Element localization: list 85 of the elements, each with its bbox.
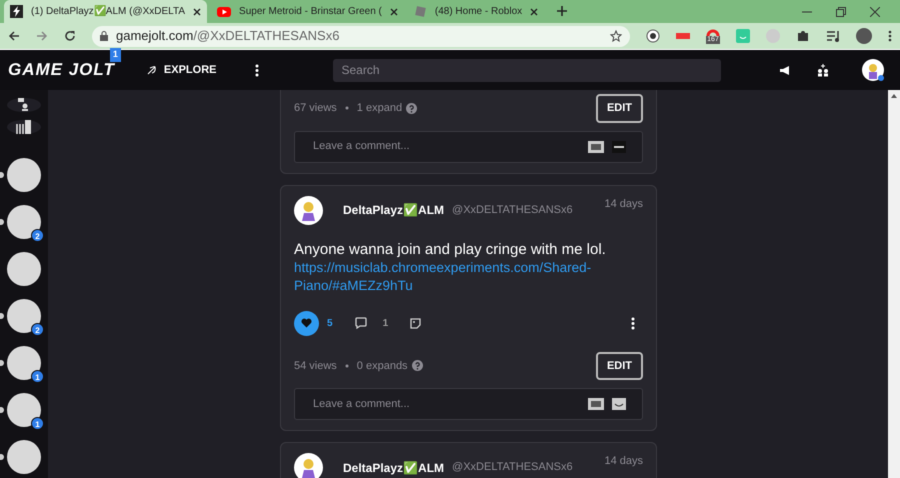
bullet-icon [344, 364, 349, 368]
sticker-icon[interactable] [612, 398, 626, 410]
help-icon[interactable] [412, 360, 423, 372]
keyboard-icon[interactable] [612, 140, 626, 152]
comment-box[interactable]: Leave a comment... [294, 388, 643, 420]
restore-icon[interactable] [836, 6, 846, 16]
site-logo[interactable]: GAME JOLT [8, 60, 115, 79]
sticker-icon[interactable] [410, 318, 422, 328]
comment-field[interactable]: Leave a comment... [311, 394, 580, 414]
close-icon[interactable] [530, 8, 538, 16]
explore-link[interactable]: EXPLORE [146, 62, 216, 78]
avatar-icon[interactable] [856, 28, 872, 44]
library-button[interactable] [7, 120, 41, 134]
count-badge: 1 [31, 370, 44, 383]
comment-icon[interactable] [354, 317, 367, 329]
search-field[interactable]: Search [332, 58, 720, 82]
count-badge: 1 [31, 417, 44, 430]
gif-icon[interactable] [588, 140, 604, 152]
more-icon[interactable] [254, 64, 258, 76]
edit-button[interactable]: EDIT [596, 94, 643, 122]
more-icon[interactable] [888, 30, 892, 42]
expand-count: 1 expand [356, 101, 402, 116]
author-name[interactable]: DeltaPlayz✅ALM [343, 201, 444, 219]
gif-icon[interactable] [588, 398, 604, 410]
like-button[interactable] [294, 310, 319, 336]
reload-icon[interactable] [64, 30, 76, 42]
count-badge: 2 [31, 323, 44, 336]
browser-tab[interactable]: (1) DeltaPlayz✅ALM (@XxDELTA [4, 0, 208, 23]
view-count: 54 views [294, 358, 337, 374]
people-icon[interactable] [816, 64, 830, 76]
comment-count: 1 [382, 316, 388, 330]
tab-title: (48) Home - Roblox [434, 5, 522, 19]
comment-box[interactable]: Leave a comment... [294, 130, 643, 162]
community-avatar[interactable] [7, 158, 41, 192]
star-icon[interactable] [610, 30, 622, 42]
address-bar[interactable]: gamejolt.com/@XxDELTATHESANSx6 [92, 26, 630, 46]
close-icon[interactable] [870, 6, 880, 16]
play-icon [217, 6, 232, 16]
browser-tab[interactable]: (48) Home - Roblox [408, 0, 544, 23]
author-handle[interactable]: @XxDELTATHESANSx6 [452, 202, 573, 218]
browser-tab[interactable]: Super Metroid - Brinstar Green ( [211, 0, 404, 23]
author-avatar[interactable] [294, 453, 323, 478]
post-time: 14 days [604, 454, 643, 469]
heart-icon [301, 318, 312, 328]
community-avatar[interactable]: 2 [7, 205, 41, 239]
community-avatar[interactable] [7, 440, 41, 474]
back-icon[interactable] [8, 30, 20, 42]
tab-title: (1) DeltaPlayz✅ALM (@XxDELTA [31, 4, 186, 19]
community-avatar[interactable]: 1 [7, 346, 41, 380]
help-icon[interactable] [406, 102, 418, 114]
chat-icon [18, 98, 30, 112]
count-badge: 2 [31, 229, 44, 242]
edit-button[interactable]: EDIT [596, 352, 643, 380]
scroll-up-icon[interactable] [891, 94, 897, 98]
view-count: 67 views [294, 101, 337, 116]
expand-count: 0 expands [356, 358, 408, 374]
tab-title: Super Metroid - Brinstar Green ( [239, 5, 382, 19]
lock-icon [100, 31, 108, 41]
chat-button[interactable] [7, 98, 41, 112]
comment-field[interactable]: Leave a comment... [311, 137, 580, 156]
megaphone-icon[interactable] [779, 64, 792, 76]
notification-badge: 1 [110, 48, 121, 62]
community-avatar[interactable]: 1 [7, 393, 41, 427]
url-text: gamejolt.com/@XxDELTATHESANSx6 [116, 27, 340, 46]
bolt-icon [10, 5, 23, 18]
like-count: 5 [327, 316, 333, 330]
author-name[interactable]: DeltaPlayz✅ALM [343, 458, 444, 476]
forward-icon[interactable] [36, 30, 48, 42]
post-link[interactable]: https://musiclab.chromeexperiments.com/Shared-Piano/#aMEZz9hTu [294, 258, 643, 294]
close-icon[interactable] [193, 8, 202, 16]
author-handle[interactable]: @XxDELTATHESANSx6 [452, 459, 573, 476]
post-time: 14 days [604, 196, 643, 212]
bullet-icon [344, 106, 349, 110]
more-icon[interactable] [631, 316, 635, 330]
library-icon [16, 120, 32, 134]
user-avatar[interactable] [862, 59, 884, 81]
scrollbar[interactable] [888, 90, 900, 478]
post-text: Anyone wanna join and play cringe with me lol. [294, 240, 607, 258]
author-avatar[interactable] [294, 196, 323, 224]
plus-icon[interactable] [556, 5, 568, 17]
community-avatar[interactable]: 2 [7, 299, 41, 333]
close-icon[interactable] [390, 8, 398, 16]
community-avatar[interactable] [7, 252, 41, 286]
playlist-icon[interactable] [826, 30, 840, 42]
extension-icon[interactable] [646, 29, 660, 43]
